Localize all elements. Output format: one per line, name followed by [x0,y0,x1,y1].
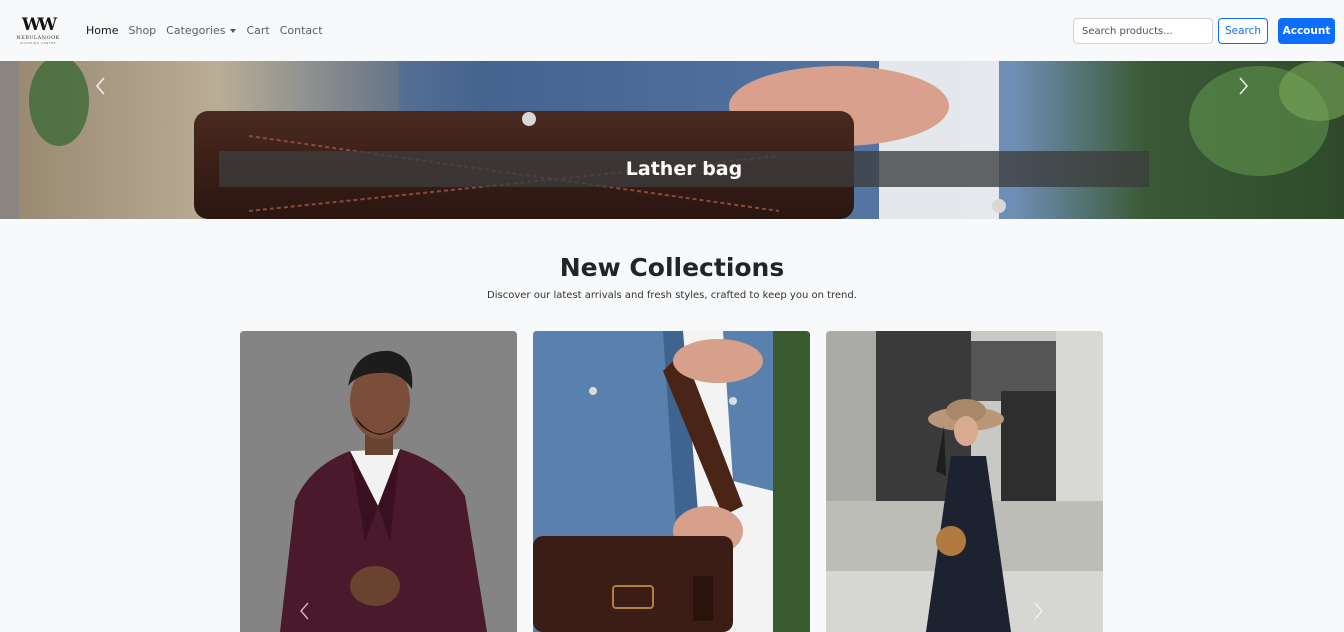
brand-tagline: SHOPPING CENTER [19,40,57,45]
search-input[interactable] [1073,18,1213,44]
chevron-left-icon[interactable] [298,600,312,622]
nav-link-home[interactable]: Home [81,24,123,37]
section-subtitle: Discover our latest arrivals and fresh s… [487,290,857,301]
collection-card-suit[interactable] [240,331,517,632]
account-button[interactable]: Account [1278,18,1335,44]
brand-logo[interactable]: WW NEBULANOOK SHOPPING CENTER [9,14,67,48]
nav-dropdown-categories[interactable]: Categories [161,24,241,37]
nav-link-cart[interactable]: Cart [241,24,274,37]
hero-caption-box: Lather bag [219,151,1149,187]
chevron-right-icon[interactable] [1031,600,1045,622]
chevron-right-icon[interactable] [1234,75,1252,97]
product-image-suit [240,331,517,632]
navbar: WW NEBULANOOK SHOPPING CENTER Home Shop … [0,0,1344,61]
nav-link-categories-label: Categories [166,24,226,37]
chevron-left-icon[interactable] [92,75,110,97]
hero-carousel: Lather bag [0,61,1344,219]
product-image-dress [826,331,1103,632]
nav-actions: Search Account [1073,18,1335,44]
collection-card-leather-bag[interactable] [533,331,810,632]
caret-down-icon [230,28,237,33]
nav-link-shop[interactable]: Shop [123,24,161,37]
brand-mark: WW [21,14,57,35]
section-title: New Collections [559,253,785,282]
hero-slide-image [19,61,1344,219]
search-button[interactable]: Search [1218,18,1268,44]
hero-previous-slide-edge [0,61,19,219]
hero-caption: Lather bag [625,158,743,180]
product-image-leather-bag [533,331,810,632]
nav-link-contact[interactable]: Contact [275,24,328,37]
nav-links: Home Shop Categories Cart Contact [81,24,328,37]
collection-card-dress[interactable] [826,331,1103,632]
